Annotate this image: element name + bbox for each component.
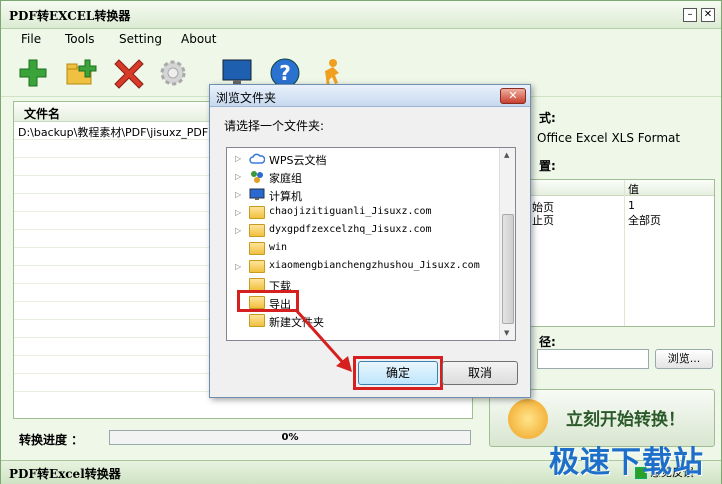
folder-icon xyxy=(249,242,265,255)
browse-folder-dialog: 浏览文件夹 ✕ 请选择一个文件夹: ▷ WPS云文档 ▷ 家庭组 ▷ 计算机 ▷… xyxy=(209,84,531,398)
settings-table[interactable]: 值 始页 1 止页 全部页 xyxy=(527,179,715,327)
computer-icon xyxy=(249,188,265,200)
watermark: 极速下载站 xyxy=(549,445,704,480)
tree-item-wps[interactable]: ▷ WPS云文档 xyxy=(227,150,499,168)
menu-setting[interactable]: Setting xyxy=(119,32,162,46)
expand-arrow-icon[interactable]: ▷ xyxy=(235,154,241,163)
progress-label: 转换进度 ： xyxy=(19,433,84,447)
tree-item-homegroup[interactable]: ▷ 家庭组 xyxy=(227,168,499,186)
scroll-down-icon[interactable]: ▼ xyxy=(504,329,509,337)
tree-item-computer[interactable]: ▷ 计算机 xyxy=(227,186,499,204)
scroll-thumb[interactable] xyxy=(502,214,514,324)
tree-item-folder[interactable]: win xyxy=(227,240,499,258)
tree-scrollbar[interactable]: ▲ ▼ xyxy=(499,148,515,340)
scroll-up-icon[interactable]: ▲ xyxy=(504,151,509,159)
expand-arrow-icon[interactable]: ▷ xyxy=(235,172,241,181)
expand-arrow-icon[interactable]: ▷ xyxy=(235,262,241,271)
dialog-title-bar: 浏览文件夹 ✕ xyxy=(210,85,530,107)
gear-icon[interactable] xyxy=(157,57,189,89)
format-value[interactable]: Office Excel XLS Format xyxy=(537,131,680,145)
tree-item-folder[interactable]: 新建文件夹 xyxy=(227,312,499,330)
row-value[interactable]: 全部页 xyxy=(628,212,661,228)
cloud-icon xyxy=(249,153,265,164)
cancel-button[interactable]: 取消 xyxy=(442,361,518,385)
dialog-close-button[interactable]: ✕ xyxy=(500,88,526,104)
start-convert-label: 立刻开始转换！ xyxy=(566,410,685,430)
add-file-icon[interactable] xyxy=(17,57,49,89)
expand-arrow-icon[interactable]: ▷ xyxy=(235,208,241,217)
progress-value: 0% xyxy=(281,432,299,443)
tree-item-folder[interactable]: ▷ dyxgpdfzexcelzhq_Jisuxz.com xyxy=(227,222,499,240)
output-path-input[interactable] xyxy=(537,349,649,369)
svg-text:?: ? xyxy=(279,61,291,85)
dialog-title: 浏览文件夹 xyxy=(216,91,277,105)
ok-button[interactable]: 确定 xyxy=(358,361,438,385)
menu-about[interactable]: About xyxy=(181,32,216,46)
minimize-button[interactable]: – xyxy=(683,8,697,22)
folder-icon xyxy=(249,224,265,237)
annotation-arrow xyxy=(294,309,352,372)
output-path-label: 径: xyxy=(539,335,556,349)
column-filename: 文件名 xyxy=(24,107,61,121)
dialog-prompt: 请选择一个文件夹: xyxy=(224,119,325,133)
format-label: 式: xyxy=(539,111,556,125)
row-value[interactable]: 1 xyxy=(628,199,635,212)
tree-item-folder[interactable]: ▷ xiaomengbianchengzhushou_Jisuxz.com xyxy=(227,258,499,276)
settings-table-header: 值 xyxy=(528,180,714,196)
menu-tools[interactable]: Tools xyxy=(65,32,95,46)
row-key[interactable]: 止页 xyxy=(532,212,554,228)
close-button[interactable]: ✕ xyxy=(701,8,715,22)
folder-icon xyxy=(249,206,265,219)
browse-button[interactable]: 浏览... xyxy=(655,349,713,369)
settings-label: 置: xyxy=(539,159,556,173)
homegroup-icon xyxy=(251,171,263,183)
tree-item-folder[interactable]: ▷ chaojizitiguanli_Jisuxz.com xyxy=(227,204,499,222)
menu-file[interactable]: File xyxy=(21,32,41,46)
folder-icon xyxy=(249,260,265,273)
column-value: 值 xyxy=(628,183,639,196)
refresh-icon xyxy=(508,399,548,439)
menu-bar: File Tools Setting About xyxy=(1,29,721,51)
progress-bar: 0% xyxy=(109,430,471,445)
folder-tree[interactable]: ▷ WPS云文档 ▷ 家庭组 ▷ 计算机 ▷ chaojizitiguanli_… xyxy=(226,147,516,341)
app-title: PDF转EXCEL转换器 xyxy=(9,9,131,23)
status-text: PDF转Excel转换器 xyxy=(9,467,121,481)
title-bar: PDF转EXCEL转换器 – ✕ xyxy=(1,1,721,29)
expand-arrow-icon[interactable]: ▷ xyxy=(235,190,241,199)
add-folder-icon[interactable] xyxy=(65,57,97,89)
folder-icon xyxy=(249,314,265,327)
expand-arrow-icon[interactable]: ▷ xyxy=(235,226,241,235)
delete-icon[interactable] xyxy=(113,57,145,89)
